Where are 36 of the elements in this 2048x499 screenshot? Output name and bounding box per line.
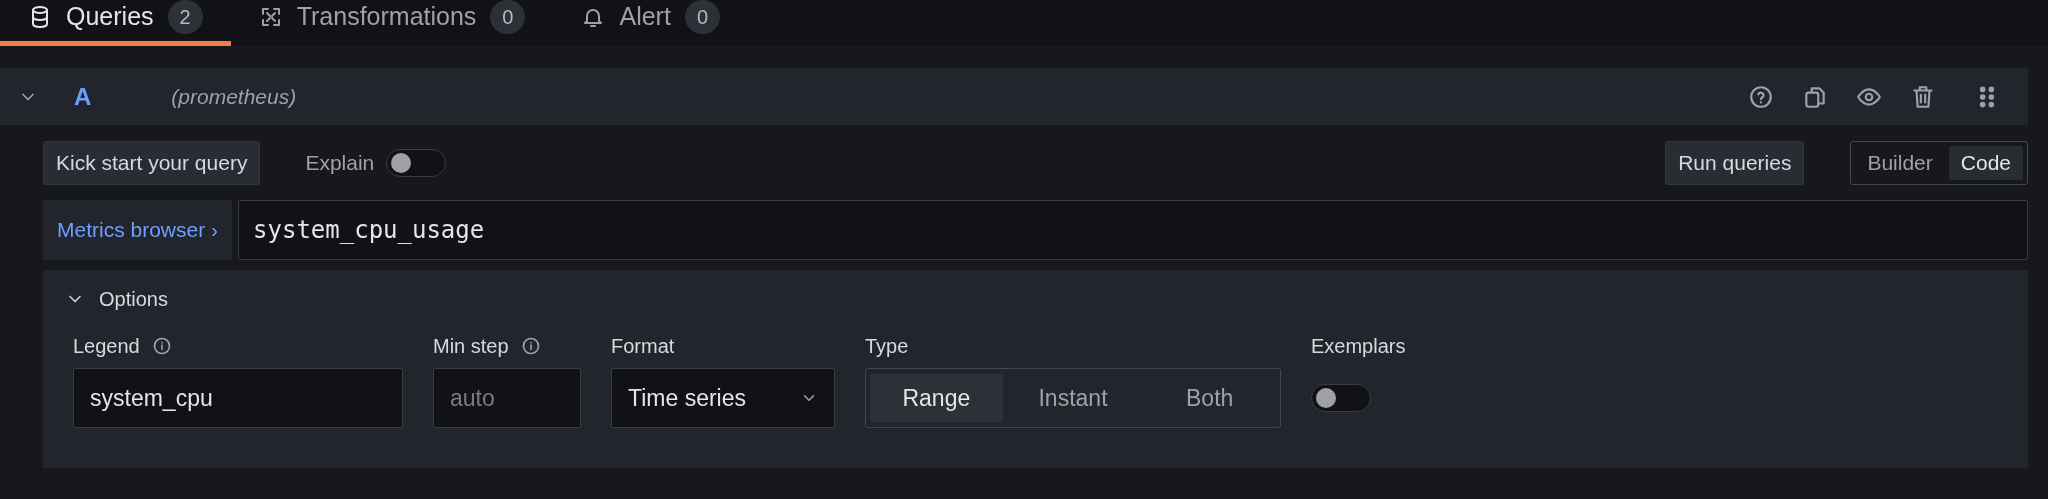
explain-label: Explain [305, 150, 375, 177]
toggle-switch[interactable] [1311, 384, 1371, 412]
tab-label: Transformations [296, 0, 477, 32]
mode-tab[interactable]: Code [1948, 146, 2023, 180]
datasource-name: (prometheus) [171, 83, 297, 110]
tab-label: Queries [66, 0, 154, 32]
count-badge: 2 [167, 0, 203, 34]
type-option[interactable]: Both [1143, 374, 1276, 422]
legend-input[interactable]: system_cpu [73, 368, 403, 428]
run-queries-button[interactable]: Run queries [1665, 141, 1805, 185]
toggle-switch[interactable] [386, 149, 447, 177]
format-select[interactable]: Time series [611, 368, 835, 428]
min-step-input[interactable]: auto [433, 368, 581, 428]
field-label: Exemplars [1311, 334, 1406, 359]
options-title: Options [99, 287, 168, 312]
count-badge: 0 [490, 0, 526, 34]
info-icon [151, 336, 172, 356]
tab[interactable]: Alert 0 [553, 0, 748, 46]
tab[interactable]: Transformations 0 [230, 0, 554, 46]
tab[interactable]: Queries 2 [0, 0, 231, 46]
field-label: Legend [73, 334, 140, 359]
kick-start-button[interactable]: Kick start your query [43, 141, 261, 185]
count-badge: 0 [684, 0, 720, 34]
query-letter: A [74, 81, 92, 112]
type-option[interactable]: Instant [1006, 374, 1140, 422]
type-option[interactable]: Range [870, 374, 1003, 422]
field-label: Type [865, 334, 909, 359]
help-icon[interactable] [1748, 83, 1774, 110]
field-label: Format [611, 334, 675, 359]
query-editor[interactable]: system_cpu_usage [238, 200, 2028, 260]
mode-tab[interactable]: Builder [1855, 146, 1945, 180]
trash-icon[interactable] [1910, 83, 1936, 110]
tab-label: Alert [619, 0, 671, 32]
metrics-browser-button[interactable]: Metrics browser › [43, 200, 233, 260]
field-label: Min step [433, 334, 509, 359]
info-icon [520, 336, 541, 356]
